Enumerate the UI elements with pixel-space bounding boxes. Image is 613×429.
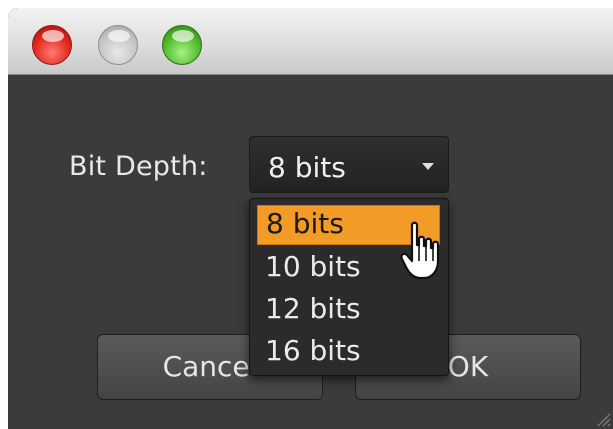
resize-grip-icon[interactable] — [593, 409, 611, 427]
close-icon[interactable] — [32, 25, 72, 65]
hand-pointer-icon — [400, 221, 440, 280]
menu-item-16-bits[interactable]: 16 bits — [257, 331, 440, 373]
menu-item-12-bits[interactable]: 12 bits — [257, 289, 440, 331]
bit-depth-label: Bit Depth: — [69, 151, 208, 182]
chevron-down-icon — [422, 163, 434, 170]
bit-depth-selected-value: 8 bits — [268, 151, 346, 184]
dialog-window: Bit Depth: 8 bits Cancel OK 8 bits 10 bi… — [8, 8, 613, 429]
bit-depth-select[interactable]: 8 bits — [249, 136, 449, 193]
zoom-icon[interactable] — [162, 25, 202, 65]
minimize-icon[interactable] — [98, 25, 138, 65]
title-bar[interactable] — [8, 8, 613, 75]
